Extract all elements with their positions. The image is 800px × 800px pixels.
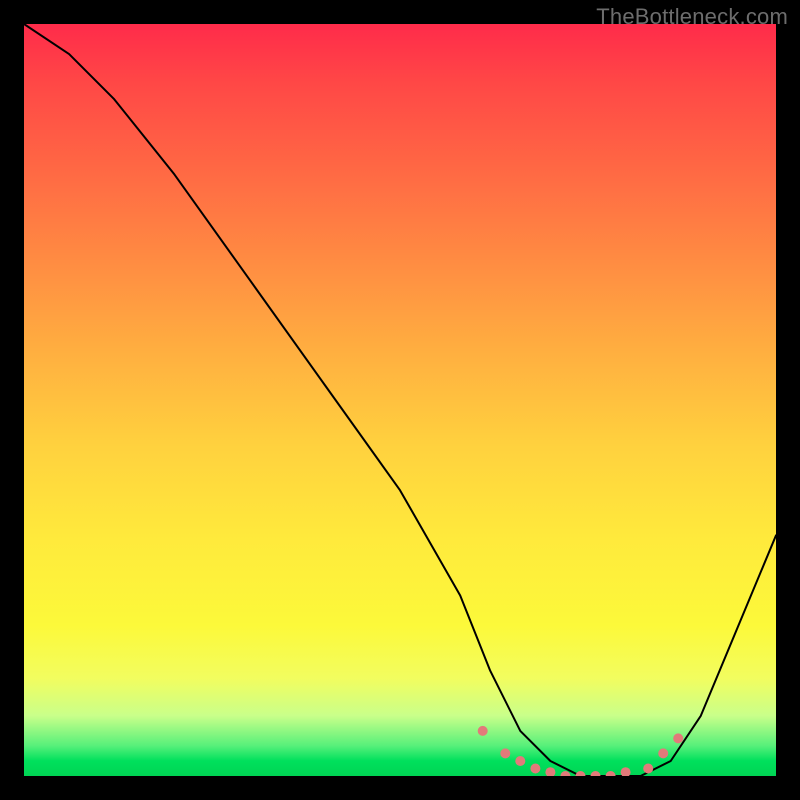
bottleneck-marker [515,756,525,766]
bottleneck-marker [500,748,510,758]
chart-area [24,24,776,776]
bottleneck-marker [545,767,555,776]
curve-layer [24,24,776,776]
bottleneck-marker [673,733,683,743]
bottleneck-marker [621,767,631,776]
bottleneck-marker [658,748,668,758]
bottleneck-marker [606,771,616,776]
bottleneck-marker [478,726,488,736]
bottleneck-curve [24,24,776,776]
marker-layer [478,726,684,776]
chart-svg [24,24,776,776]
bottleneck-marker [530,764,540,774]
bottleneck-marker [560,771,570,776]
bottleneck-marker [576,771,586,776]
watermark-text: TheBottleneck.com [596,4,788,30]
bottleneck-marker [591,771,601,776]
bottleneck-marker [643,764,653,774]
